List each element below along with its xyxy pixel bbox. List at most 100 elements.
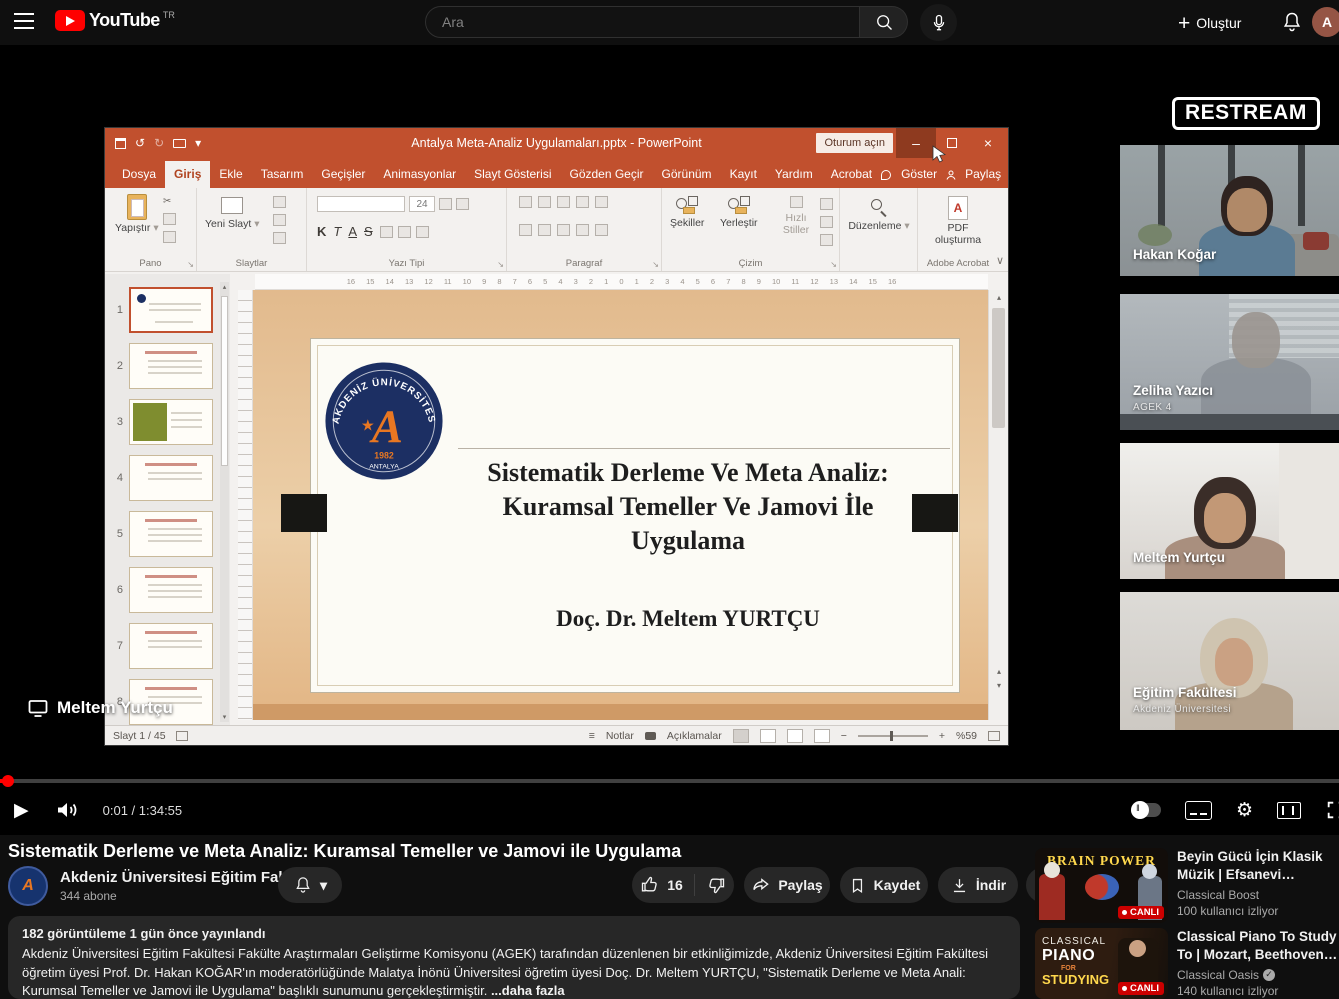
autoplay-toggle[interactable] bbox=[1131, 803, 1161, 817]
redo-icon[interactable]: ↻ bbox=[154, 136, 164, 150]
undo-icon[interactable]: ↺ bbox=[135, 136, 145, 150]
thumbnail-scrollbar[interactable]: ▴ ▾ bbox=[220, 282, 229, 722]
decrease-font-icon[interactable] bbox=[456, 198, 469, 210]
zoom-out-button[interactable]: − bbox=[841, 730, 847, 742]
shape-effects-icon[interactable] bbox=[820, 234, 833, 246]
scroll-up-icon[interactable]: ▴ bbox=[220, 283, 229, 291]
tab-giris[interactable]: Giriş bbox=[165, 161, 210, 188]
collapse-ribbon-icon[interactable]: ∨ bbox=[996, 254, 1004, 267]
subscribed-bell-button[interactable]: ▾ bbox=[278, 867, 342, 903]
columns-icon[interactable] bbox=[595, 224, 608, 236]
share-button[interactable]: Paylaş bbox=[744, 867, 830, 903]
slide-thumbnail-4[interactable]: 4 bbox=[105, 450, 230, 506]
numbering-icon[interactable] bbox=[538, 196, 551, 208]
comments-button[interactable]: Açıklamalar bbox=[667, 730, 722, 742]
progress-scrubber[interactable] bbox=[2, 775, 14, 787]
shape-outline-icon[interactable] bbox=[820, 216, 833, 228]
section-icon[interactable] bbox=[273, 232, 286, 244]
tab-kayit[interactable]: Kayıt bbox=[721, 161, 766, 188]
slide-scroll-up-icon[interactable]: ▴ bbox=[989, 293, 1009, 302]
zoom-slider-thumb[interactable] bbox=[890, 731, 893, 741]
recommended-channel[interactable]: Classical Oasis✓ bbox=[1177, 968, 1339, 982]
bold-button[interactable]: K bbox=[317, 224, 326, 239]
recommended-thumbnail[interactable]: BRAIN POWER CANLI bbox=[1035, 848, 1168, 923]
customize-qat-icon[interactable]: ▾ bbox=[195, 136, 201, 150]
start-slideshow-icon[interactable] bbox=[173, 139, 186, 148]
recommended-title[interactable]: Classical Piano To Study To | Mozart, Be… bbox=[1177, 928, 1339, 964]
tab-gozden-gecir[interactable]: Gözden Geçir bbox=[560, 161, 652, 188]
tab-yardim[interactable]: Yardım bbox=[766, 161, 822, 188]
next-slide-icon[interactable]: ▾ bbox=[989, 681, 1009, 690]
slide-scrollbar[interactable]: ▴ ▴ ▾ bbox=[988, 290, 1008, 720]
reset-slide-icon[interactable] bbox=[273, 214, 286, 226]
download-button[interactable]: İndir bbox=[938, 867, 1018, 903]
close-button[interactable]: × bbox=[968, 128, 1008, 158]
channel-avatar[interactable]: A bbox=[8, 866, 48, 906]
slide-thumbnail-7[interactable]: 7 bbox=[105, 618, 230, 674]
font-color-icon[interactable] bbox=[416, 226, 429, 238]
voice-search-button[interactable] bbox=[920, 4, 957, 41]
new-slide-button[interactable]: Yeni Slayt ▾ bbox=[205, 194, 260, 230]
align-left-icon[interactable] bbox=[519, 224, 532, 236]
like-count[interactable]: 16 bbox=[667, 877, 683, 893]
menu-icon[interactable] bbox=[14, 13, 34, 29]
slide-title[interactable]: Sistematik Derleme Ve Meta Analiz: Kuram… bbox=[388, 456, 988, 557]
character-spacing-icon[interactable] bbox=[398, 226, 411, 238]
fit-to-window-icon[interactable] bbox=[988, 731, 1000, 741]
tab-acrobat[interactable]: Acrobat bbox=[822, 161, 881, 188]
slide-thumbnail-1[interactable]: 1 bbox=[105, 282, 230, 338]
slide-canvas[interactable]: AKDENİZ ÜNİVERSİTESİ ★ A 1982 ANTALYA Si… bbox=[253, 290, 988, 720]
search-button[interactable] bbox=[860, 6, 908, 38]
zoom-in-button[interactable]: + bbox=[939, 730, 945, 742]
subtitles-button[interactable] bbox=[1185, 801, 1212, 820]
zoom-slider[interactable] bbox=[858, 735, 928, 737]
play-button[interactable]: ▶ bbox=[14, 799, 29, 822]
account-avatar[interactable]: A bbox=[1312, 7, 1339, 37]
cut-icon[interactable]: ✂ bbox=[163, 196, 176, 207]
slide-thumbnail-2[interactable]: 2 bbox=[105, 338, 230, 394]
paragraf-dialog-launcher[interactable]: ↘ bbox=[652, 260, 659, 269]
line-spacing-icon[interactable] bbox=[576, 196, 589, 208]
editing-button[interactable]: Düzenleme ▾ bbox=[848, 194, 910, 232]
slide-sorter-view-button[interactable] bbox=[760, 729, 776, 743]
slide-thumbnail-3[interactable]: 3 bbox=[105, 394, 230, 450]
tab-goster[interactable]: Göster bbox=[897, 161, 941, 188]
slide-author[interactable]: Doç. Dr. Meltem YURTÇU bbox=[388, 606, 988, 632]
description-box[interactable]: 182 görüntüleme 1 gün önce yayınlandı Ak… bbox=[8, 916, 1020, 999]
normal-view-button[interactable] bbox=[733, 729, 749, 743]
font-name-combobox[interactable] bbox=[317, 196, 405, 212]
recommended-title[interactable]: Beyin Gücü İçin Klasik Müzik | Efsanevi … bbox=[1177, 848, 1339, 884]
progress-bar[interactable] bbox=[0, 779, 1339, 783]
tab-gorunum[interactable]: Görünüm bbox=[653, 161, 721, 188]
slideshow-view-button[interactable] bbox=[814, 729, 830, 743]
previous-slide-icon[interactable]: ▴ bbox=[989, 667, 1009, 676]
shapes-button[interactable]: Şekiller bbox=[670, 194, 704, 229]
theater-mode-button[interactable] bbox=[1277, 802, 1301, 819]
notifications-button[interactable] bbox=[1280, 10, 1304, 34]
scroll-down-icon[interactable]: ▾ bbox=[220, 713, 229, 721]
slide-layout-icon[interactable] bbox=[273, 196, 286, 208]
tab-animasyonlar[interactable]: Animasyonlar bbox=[374, 161, 465, 188]
dislike-icon[interactable] bbox=[706, 875, 726, 895]
slide-thumbnail-6[interactable]: 6 bbox=[105, 562, 230, 618]
like-icon[interactable] bbox=[640, 875, 660, 895]
scrollbar-thumb[interactable] bbox=[221, 296, 228, 466]
slide-thumbnail-5[interactable]: 5 bbox=[105, 506, 230, 562]
shape-fill-icon[interactable] bbox=[820, 198, 833, 210]
tab-paylas[interactable]: Paylaş bbox=[961, 161, 1005, 188]
minimize-button[interactable]: – bbox=[896, 128, 936, 158]
notes-button[interactable]: Notlar bbox=[606, 730, 634, 742]
youtube-logo[interactable]: YouTube TR bbox=[55, 10, 175, 31]
settings-button[interactable]: ⚙ bbox=[1236, 799, 1253, 821]
bullets-icon[interactable] bbox=[519, 196, 532, 208]
create-button[interactable]: + Oluştur bbox=[1178, 8, 1241, 38]
volume-button[interactable] bbox=[55, 799, 81, 821]
search-input[interactable] bbox=[442, 14, 832, 30]
align-center-icon[interactable] bbox=[538, 224, 551, 236]
show-more-link[interactable]: ...daha fazla bbox=[491, 983, 565, 998]
underline-button[interactable]: A bbox=[348, 224, 357, 239]
italic-button[interactable]: T bbox=[333, 224, 341, 239]
indent-icon[interactable] bbox=[557, 196, 570, 208]
tab-slayt-gosterisi[interactable]: Slayt Gösterisi bbox=[465, 161, 560, 188]
yazitipi-dialog-launcher[interactable]: ↘ bbox=[497, 260, 504, 269]
